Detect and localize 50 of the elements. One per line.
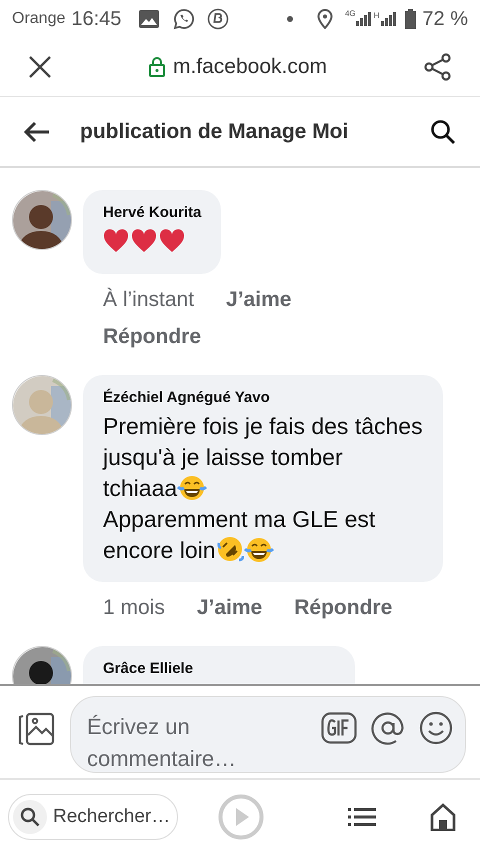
b-circle-icon bbox=[207, 8, 230, 30]
search-field[interactable]: Rechercher… bbox=[8, 794, 178, 840]
network-type: 4G bbox=[344, 8, 356, 20]
heart-icon bbox=[159, 228, 185, 252]
clock-time: 16:45 bbox=[71, 6, 122, 32]
laughing-face-icon bbox=[177, 475, 208, 501]
chat-phone-icon bbox=[173, 8, 196, 30]
like-link[interactable]: J’aime bbox=[196, 592, 262, 624]
comment-author[interactable]: Hervé Kourita bbox=[103, 202, 202, 224]
comment-text: jusqu'à je laisse tomber bbox=[103, 444, 343, 470]
home-icon[interactable] bbox=[430, 803, 456, 831]
network-type: H bbox=[374, 10, 380, 22]
comment-time: À l’instant bbox=[103, 286, 194, 312]
comment-text: encore loin bbox=[103, 537, 216, 563]
comment-author[interactable]: Grâce Elliele bbox=[103, 658, 335, 680]
search-icon[interactable] bbox=[430, 118, 456, 144]
laughing-face-icon bbox=[244, 537, 274, 563]
page-title: publication de Manage Moi bbox=[80, 118, 350, 145]
battery-icon bbox=[405, 8, 416, 28]
signal-icon bbox=[356, 12, 372, 26]
heart-icon bbox=[131, 228, 157, 252]
gif-icon[interactable] bbox=[321, 712, 357, 744]
carrier-name: Orange bbox=[12, 8, 66, 28]
signal-icon bbox=[381, 12, 398, 26]
like-link[interactable]: J’aime bbox=[226, 284, 292, 315]
list-icon[interactable] bbox=[348, 807, 376, 827]
comment-author[interactable]: Ézéchiel Agnégué Yavo bbox=[103, 386, 423, 409]
padlock-icon bbox=[148, 56, 165, 76]
comment-field[interactable]: Écrivez un commentaire… bbox=[70, 696, 466, 773]
rolling-laughing-face-icon bbox=[216, 535, 244, 563]
smiley-icon[interactable] bbox=[419, 711, 453, 745]
search-icon bbox=[20, 807, 40, 827]
url-text: m.facebook.com bbox=[172, 54, 328, 80]
battery-percent: 72 % bbox=[422, 6, 468, 32]
location-pin-icon bbox=[316, 8, 333, 28]
comment-text: Première fois je fais des tâches bbox=[103, 413, 423, 439]
mention-icon[interactable] bbox=[371, 711, 405, 745]
image-icon bbox=[139, 10, 160, 28]
dot-icon bbox=[286, 16, 293, 22]
comment-input[interactable]: Écrivez un commentaire… bbox=[87, 711, 321, 772]
heart-icon bbox=[103, 228, 129, 252]
close-icon[interactable] bbox=[28, 54, 52, 78]
comment-time: 1 mois bbox=[103, 595, 165, 621]
back-arrow-icon[interactable] bbox=[24, 120, 50, 142]
comment-text: tchiaaa bbox=[103, 475, 178, 501]
share-icon[interactable] bbox=[424, 52, 452, 80]
reply-link[interactable]: Répondre bbox=[103, 321, 202, 352]
reply-link[interactable]: Répondre bbox=[294, 592, 392, 624]
comment-text: Apparemment ma GLE est bbox=[103, 506, 376, 532]
image-icon[interactable] bbox=[18, 712, 56, 746]
